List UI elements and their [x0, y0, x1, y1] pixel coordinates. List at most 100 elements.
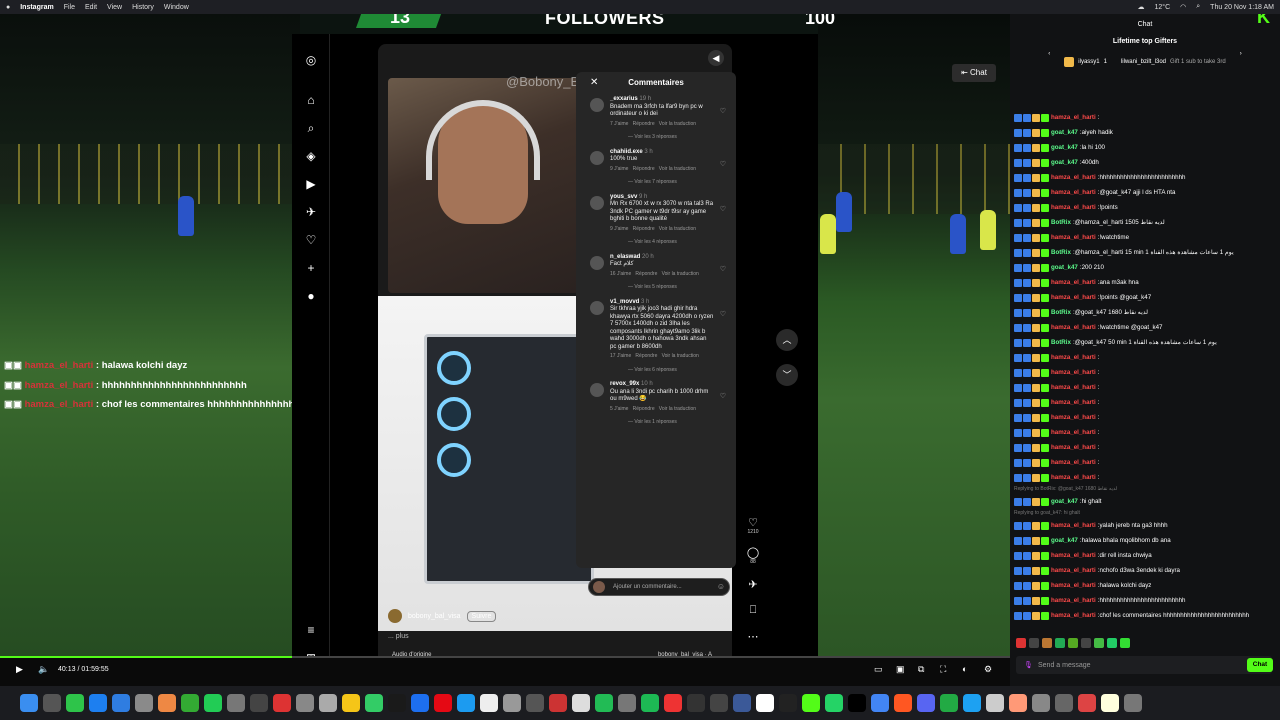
- home-icon[interactable]: ⌂: [303, 92, 319, 108]
- heart-icon[interactable]: ♡: [720, 108, 726, 116]
- dock-app-icon[interactable]: [526, 694, 544, 712]
- menu-app-name[interactable]: Instagram: [20, 4, 53, 11]
- explore-icon[interactable]: ◈: [303, 148, 319, 164]
- dock-app-icon[interactable]: [365, 694, 383, 712]
- comment-username[interactable]: revox_99x: [610, 381, 639, 387]
- microphone-icon[interactable]: 🎙: [1024, 661, 1033, 669]
- dock-app-icon[interactable]: [43, 694, 61, 712]
- view-replies-link[interactable]: — Voir les 4 réponses: [628, 239, 728, 247]
- dock-app-icon[interactable]: [66, 694, 84, 712]
- dock-app-icon[interactable]: [1009, 694, 1027, 712]
- author-username[interactable]: bobony_bal_visa: [408, 613, 461, 620]
- comment-username[interactable]: _exxarius: [610, 96, 638, 102]
- menu-edit[interactable]: Edit: [85, 4, 97, 11]
- view-replies-link[interactable]: — Voir les 7 réponses: [628, 179, 728, 187]
- wifi-icon[interactable]: ◠: [1180, 3, 1186, 11]
- comment-avatar[interactable]: [590, 195, 604, 210]
- quality-icon[interactable]: ◐: [962, 664, 967, 674]
- chat-username[interactable]: hamza_el_harti: [1051, 548, 1096, 563]
- dock-app-icon[interactable]: [618, 694, 636, 712]
- chat-username[interactable]: hamza_el_harti: [1051, 425, 1096, 440]
- heart-icon[interactable]: ♡: [720, 161, 726, 169]
- heart-icon[interactable]: ♡: [720, 311, 726, 319]
- chat-username[interactable]: goat_k47: [1051, 533, 1078, 548]
- heart-icon[interactable]: ♡: [720, 266, 726, 274]
- chevron-left-icon[interactable]: ‹: [1048, 51, 1050, 73]
- emote-icon[interactable]: [1068, 638, 1078, 648]
- chat-username[interactable]: hamza_el_harti: [1051, 230, 1096, 245]
- chat-username[interactable]: goat_k47: [1051, 260, 1078, 275]
- instagram-logo-icon[interactable]: ◎: [303, 52, 319, 68]
- clip-icon[interactable]: ⧉: [918, 664, 924, 675]
- menu-file[interactable]: File: [64, 4, 75, 11]
- pip-icon[interactable]: ▣: [896, 664, 905, 675]
- messages-icon[interactable]: ✈: [303, 204, 319, 220]
- previous-reel-button[interactable]: ︿: [776, 329, 798, 351]
- comment-username[interactable]: v1_movvd: [610, 299, 639, 305]
- chat-username[interactable]: hamza_el_harti: [1051, 365, 1096, 380]
- view-replies-link[interactable]: — Voir les 1 réponses: [628, 419, 728, 427]
- dock-app-icon[interactable]: [20, 694, 38, 712]
- dock-app-icon[interactable]: [112, 694, 130, 712]
- emote-icon[interactable]: [1016, 638, 1026, 648]
- dock-app-icon[interactable]: [756, 694, 774, 712]
- settings-icon[interactable]: ⚙: [984, 664, 992, 675]
- dock-app-icon[interactable]: [457, 694, 475, 712]
- translate-link[interactable]: Voir la traduction: [659, 166, 696, 172]
- chevron-right-icon[interactable]: ›: [1240, 51, 1242, 73]
- translate-link[interactable]: Voir la traduction: [662, 353, 699, 359]
- chat-username[interactable]: hamza_el_harti: [1051, 185, 1096, 200]
- dock-app-icon[interactable]: [825, 694, 843, 712]
- dock-app-icon[interactable]: [802, 694, 820, 712]
- dock-app-icon[interactable]: [664, 694, 682, 712]
- progress-bar[interactable]: [0, 656, 1010, 658]
- chat-input[interactable]: 🎙 Send a message: [1016, 656, 1272, 674]
- view-replies-link[interactable]: — Voir les 6 réponses: [628, 367, 728, 375]
- dock-app-icon[interactable]: [319, 694, 337, 712]
- chat-username[interactable]: BotRix: [1051, 215, 1071, 230]
- chat-username[interactable]: hamza_el_harti: [1051, 563, 1096, 578]
- create-icon[interactable]: +: [303, 260, 319, 276]
- dock-app-icon[interactable]: [411, 694, 429, 712]
- dock-app-icon[interactable]: [549, 694, 567, 712]
- chat-username[interactable]: goat_k47: [1051, 125, 1078, 140]
- dock-app-icon[interactable]: [250, 694, 268, 712]
- chat-username[interactable]: hamza_el_harti: [1051, 518, 1096, 533]
- chat-username[interactable]: hamza_el_harti: [1051, 440, 1096, 455]
- chat-username[interactable]: goat_k47: [1051, 155, 1078, 170]
- chat-username[interactable]: BotRix: [1051, 305, 1071, 320]
- chat-username[interactable]: goat_k47: [1051, 140, 1078, 155]
- chat-username[interactable]: hamza_el_harti: [1051, 608, 1096, 623]
- dock-app-icon[interactable]: [848, 694, 866, 712]
- view-replies-link[interactable]: — Voir les 3 réponses: [628, 134, 728, 142]
- dock-app-icon[interactable]: [89, 694, 107, 712]
- fullscreen-icon[interactable]: ⛶: [940, 664, 946, 675]
- play-icon[interactable]: ▶: [16, 664, 23, 675]
- dock-app-icon[interactable]: [1101, 694, 1119, 712]
- share-button[interactable]: ✈: [743, 578, 763, 591]
- comment-avatar[interactable]: [590, 383, 604, 397]
- comment-username[interactable]: n_elaswad: [610, 254, 640, 260]
- emoji-icon[interactable]: ☺: [717, 582, 725, 591]
- comment-avatar[interactable]: [590, 98, 604, 112]
- translate-link[interactable]: Voir la traduction: [659, 121, 696, 127]
- chat-username[interactable]: hamza_el_harti: [1051, 578, 1096, 593]
- dock-app-icon[interactable]: [779, 694, 797, 712]
- heart-icon[interactable]: ♡: [720, 393, 726, 401]
- chat-username[interactable]: hamza_el_harti: [1051, 275, 1096, 290]
- dock-app-icon[interactable]: [963, 694, 981, 712]
- dock-app-icon[interactable]: [595, 694, 613, 712]
- emote-icon[interactable]: [1081, 638, 1091, 648]
- dock-app-icon[interactable]: [480, 694, 498, 712]
- chat-username[interactable]: BotRix: [1051, 245, 1071, 260]
- chat-username[interactable]: hamza_el_harti: [1051, 350, 1096, 365]
- close-icon[interactable]: ✕: [590, 72, 598, 94]
- save-button[interactable]: ⎕: [743, 604, 763, 617]
- gifter-1[interactable]: ilyassy1 1: [1064, 51, 1107, 73]
- dock-app-icon[interactable]: [940, 694, 958, 712]
- more-button[interactable]: ⋯: [743, 630, 763, 643]
- volume-icon[interactable]: 🔈: [38, 664, 49, 675]
- author-avatar[interactable]: [388, 609, 402, 623]
- apple-icon[interactable]: ●: [6, 4, 10, 11]
- menu-history[interactable]: History: [132, 4, 154, 11]
